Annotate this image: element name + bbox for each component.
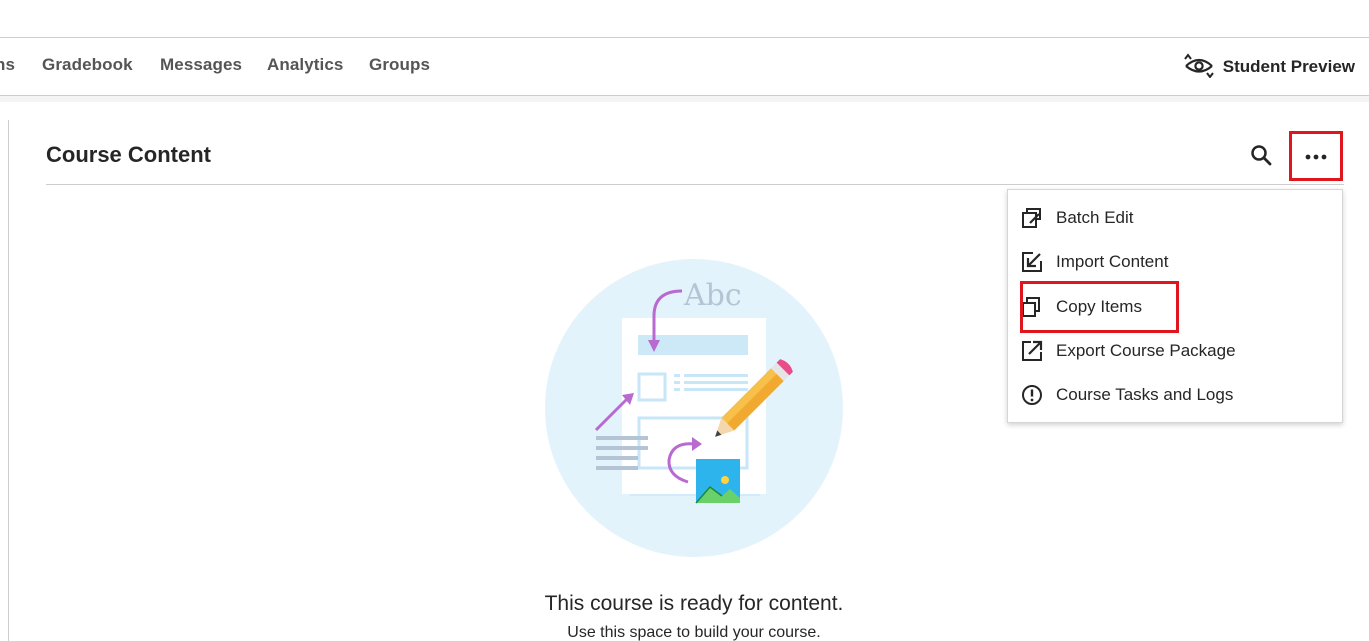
left-panel-edge: [8, 120, 9, 641]
illustration-abc-text: Abc: [683, 278, 742, 313]
menu-item-export-course-package[interactable]: Export Course Package: [1008, 331, 1342, 371]
title-divider: [46, 184, 1344, 185]
menu-item-label: Export Course Package: [1056, 341, 1236, 360]
header-divider-band: [0, 96, 1369, 102]
export-icon: [1020, 339, 1044, 363]
menu-item-batch-edit[interactable]: Batch Edit: [1008, 198, 1342, 238]
empty-state-subtitle: Use this space to build your course.: [567, 624, 821, 641]
menu-item-copy-items[interactable]: Copy Items: [1008, 287, 1342, 327]
more-options-menu: Batch Edit Import Content Copy Items Exp…: [1007, 189, 1343, 423]
student-preview-button[interactable]: Student Preview: [1183, 52, 1355, 82]
menu-item-label: Import Content: [1056, 252, 1169, 271]
search-button[interactable]: [1247, 143, 1275, 171]
import-content-icon: [1020, 250, 1044, 274]
menu-item-label: Course Tasks and Logs: [1056, 385, 1234, 404]
empty-state-title: This course is ready for content.: [544, 592, 844, 615]
menu-item-label: Batch Edit: [1056, 208, 1134, 227]
tab-groups[interactable]: Groups: [369, 55, 430, 75]
course-nav: ns Gradebook Messages Analytics Groups S…: [0, 38, 1369, 96]
student-preview-label: Student Preview: [1222, 57, 1355, 76]
search-icon: [1250, 144, 1272, 171]
more-options-button[interactable]: [1289, 131, 1343, 181]
tab-partial[interactable]: ns: [0, 55, 15, 75]
menu-item-label: Copy Items: [1056, 297, 1142, 316]
page-title: Course Content: [46, 142, 211, 167]
eye-icon: [1183, 52, 1215, 83]
alert-icon: [1020, 383, 1044, 407]
tab-messages[interactable]: Messages: [160, 55, 242, 75]
top-bar: [0, 0, 1369, 38]
more-options-icon: [1305, 147, 1327, 165]
empty-state-illustration: Abc: [544, 258, 844, 558]
batch-edit-icon: [1020, 206, 1044, 230]
menu-item-course-tasks-logs[interactable]: Course Tasks and Logs: [1008, 375, 1342, 415]
menu-item-import-content[interactable]: Import Content: [1008, 242, 1342, 282]
tab-gradebook[interactable]: Gradebook: [42, 55, 133, 75]
tab-analytics[interactable]: Analytics: [267, 55, 344, 75]
copy-items-icon: [1020, 295, 1044, 319]
